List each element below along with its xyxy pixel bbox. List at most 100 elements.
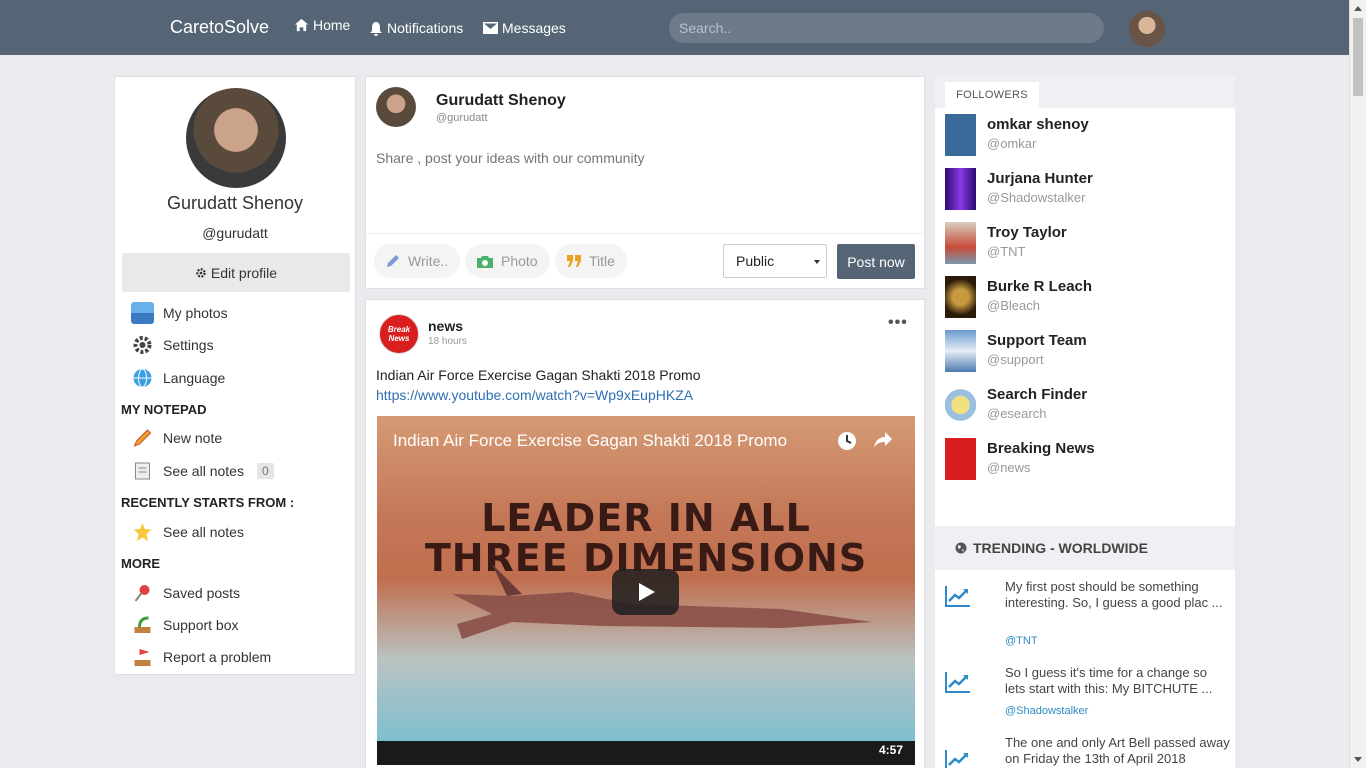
composer-handle: @gurudatt: [436, 112, 488, 124]
follower-name: omkar shenoy: [987, 116, 1089, 133]
trending-item[interactable]: The one and only Art Bell passed away on…: [945, 735, 1230, 768]
follower-item[interactable]: Burke R Leach @Bleach: [945, 276, 1092, 318]
feed-post: Break News news 18 hours ••• Indian Air …: [365, 299, 925, 768]
home-icon: [294, 18, 309, 32]
sidebar-item-label: Language: [163, 370, 226, 386]
profile-avatar[interactable]: [186, 88, 286, 188]
profile-sidebar: Gurudatt Shenoy @gurudatt Edit profile M…: [114, 76, 356, 675]
flag-icon: [134, 649, 151, 666]
sidebar-item-saved-posts[interactable]: Saved posts: [131, 582, 240, 604]
composer-divider: [366, 233, 924, 234]
follower-avatar: [945, 330, 976, 372]
scroll-thumb[interactable]: [1353, 18, 1363, 96]
top-navbar: CaretoSolve Home Notifications Messages: [0, 0, 1349, 55]
video-player[interactable]: LEADER IN ALL THREE DIMENSIONS Indian Ai…: [377, 416, 915, 765]
trending-item[interactable]: So I guess it's time for a change so let…: [945, 665, 1230, 720]
follower-avatar: [945, 438, 976, 480]
video-thumbnail: LEADER IN ALL THREE DIMENSIONS Indian Ai…: [377, 416, 915, 741]
edit-profile-button[interactable]: Edit profile: [122, 253, 350, 292]
share-icon[interactable]: [873, 431, 893, 449]
notes-icon: [135, 462, 150, 480]
sidebar-item-label: Report a problem: [163, 649, 272, 665]
bell-icon: [370, 21, 382, 36]
brand-logo[interactable]: CaretoSolve: [170, 17, 269, 38]
follower-item[interactable]: Search Finder @esearch: [945, 384, 1087, 426]
sidebar-item-label: New note: [163, 430, 223, 446]
trending-item[interactable]: My first post should be something intere…: [945, 579, 1230, 649]
nav-notifications[interactable]: Notifications: [369, 20, 463, 36]
follower-item[interactable]: Support Team @support: [945, 330, 1087, 372]
follower-handle: @esearch: [987, 406, 1047, 421]
sidebar-item-support-box[interactable]: Support box: [131, 614, 239, 636]
sidebar-item-recent-notes[interactable]: See all notes: [131, 521, 244, 543]
follower-name: Support Team: [987, 332, 1087, 349]
search-input[interactable]: [669, 13, 1104, 43]
follower-avatar: [945, 168, 976, 210]
nav-home-label: Home: [313, 17, 351, 33]
trending-text: My first post should be something intere…: [1005, 579, 1223, 610]
post-link[interactable]: https://www.youtube.com/watch?v=Wp9xEupH…: [376, 387, 693, 403]
video-duration: 4:57: [878, 743, 903, 757]
post-author-logo[interactable]: Break News: [379, 314, 419, 354]
visibility-select[interactable]: Public: [723, 244, 827, 278]
post-timestamp: 18 hours: [428, 336, 467, 347]
followers-header: FOLLOWERS: [935, 76, 1235, 108]
page-scrollbar[interactable]: [1349, 0, 1366, 768]
scroll-up-arrow-icon[interactable]: [1354, 6, 1362, 11]
write-button[interactable]: Write..: [374, 244, 461, 278]
photo-button[interactable]: Photo: [465, 244, 550, 278]
nav-messages-label: Messages: [502, 20, 566, 36]
follower-item[interactable]: Breaking News @news: [945, 438, 1095, 480]
sidebar-item-report-problem[interactable]: Report a problem: [131, 646, 271, 668]
watch-later-clock-icon[interactable]: [837, 431, 857, 451]
gear-icon: [196, 267, 206, 278]
follower-item[interactable]: omkar shenoy @omkar: [945, 114, 1089, 156]
follower-name: Burke R Leach: [987, 278, 1093, 295]
composer-avatar: [376, 87, 416, 127]
post-now-button[interactable]: Post now: [837, 244, 915, 279]
photo-label: Photo: [501, 253, 538, 269]
trending-chart-icon: [945, 672, 970, 693]
tab-followers[interactable]: FOLLOWERS: [945, 82, 1039, 108]
post-composer: Gurudatt Shenoy @gurudatt Write.. Photo …: [365, 76, 925, 289]
envelope-icon: [483, 22, 498, 34]
follower-item[interactable]: Troy Taylor @TNT: [945, 222, 1067, 264]
follower-item[interactable]: Jurjana Hunter @Shadowstalker: [945, 168, 1093, 210]
trending-chart-icon: [945, 586, 970, 607]
trending-header: TRENDING - WORLDWIDE: [935, 526, 1235, 570]
follower-name: Troy Taylor: [987, 224, 1067, 241]
title-button[interactable]: Title: [555, 244, 627, 278]
chevron-down-icon: [814, 260, 820, 264]
follower-handle: @Shadowstalker: [987, 190, 1086, 205]
sidebar-item-new-note[interactable]: New note: [131, 427, 222, 449]
trending-title: TRENDING - WORLDWIDE: [973, 540, 1148, 556]
follower-name: Breaking News: [987, 440, 1095, 457]
follower-handle: @news: [987, 460, 1031, 475]
nav-home[interactable]: Home: [294, 17, 350, 33]
trending-user-link[interactable]: @TNT: [1005, 635, 1038, 647]
trending-user-link[interactable]: @Shadowstalker: [1005, 705, 1088, 717]
gear-icon: [133, 336, 152, 354]
nav-messages[interactable]: Messages: [483, 20, 566, 36]
follower-name: Search Finder: [987, 386, 1088, 403]
sidebar-item-see-all-notes[interactable]: See all notes 0: [131, 460, 274, 482]
sidebar-item-settings[interactable]: Settings: [131, 334, 214, 356]
sidebar-item-label: See all notes: [163, 463, 244, 479]
post-author[interactable]: news: [428, 318, 463, 334]
sidebar-item-my-photos[interactable]: My photos: [131, 302, 228, 324]
composer-text-input[interactable]: [376, 150, 916, 166]
follower-handle: @omkar: [987, 136, 1037, 151]
video-title[interactable]: Indian Air Force Exercise Gagan Shakti 2…: [393, 431, 787, 451]
recent-section-title: RECENTLY STARTS FROM :: [121, 495, 295, 510]
sidebar-item-language[interactable]: Language: [131, 367, 225, 389]
star-note-icon: [133, 523, 152, 541]
more-options-icon[interactable]: •••: [888, 314, 908, 332]
post-text: Indian Air Force Exercise Gagan Shakti 2…: [376, 367, 701, 383]
sidebar-item-label: Support box: [163, 617, 239, 633]
composer-name: Gurudatt Shenoy: [436, 92, 566, 109]
trending-chart-icon: [945, 750, 968, 768]
scroll-down-arrow-icon[interactable]: [1354, 757, 1362, 762]
user-avatar[interactable]: [1129, 11, 1165, 47]
play-button-icon[interactable]: [612, 569, 679, 615]
notepad-section-title: MY NOTEPAD: [121, 402, 207, 417]
